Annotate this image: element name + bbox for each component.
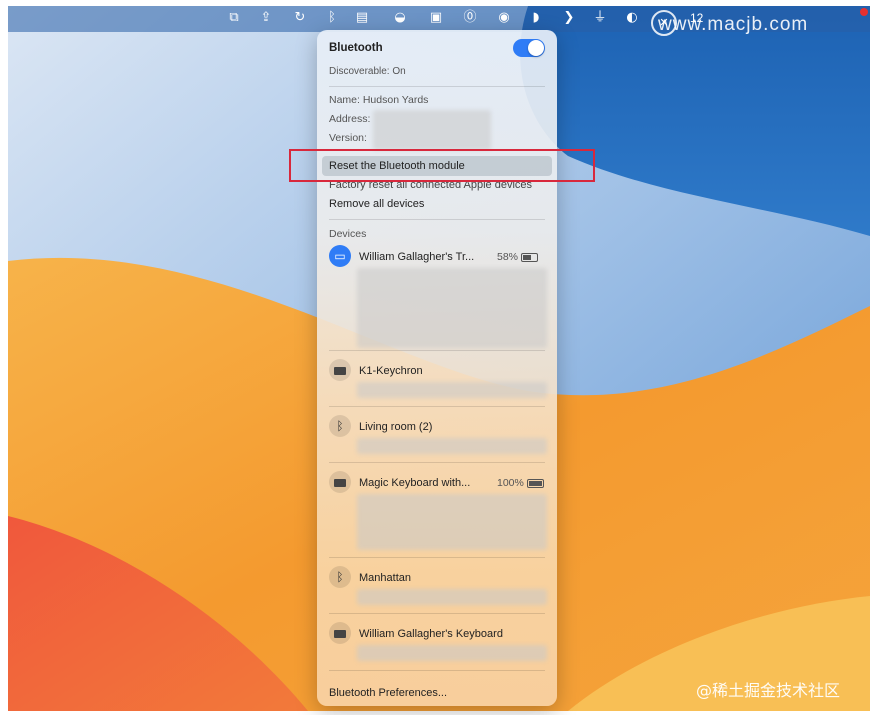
share-icon[interactable]: ⇪: [258, 10, 274, 26]
watermark-community: @稀土掘金技术社区: [696, 681, 841, 700]
toggle-knob: [528, 40, 544, 56]
battery-percent: 100%: [497, 477, 524, 489]
divider: [329, 350, 545, 351]
d-app-icon[interactable]: ◗: [528, 10, 544, 26]
battery-percent: 58%: [497, 251, 519, 263]
device-item-k1-keychron[interactable]: K1-Keychron: [359, 365, 423, 377]
device-item-living-room[interactable]: Living room (2): [359, 421, 432, 433]
device-item-manhattan[interactable]: Manhattan: [359, 572, 411, 584]
redacted-device-details: [357, 268, 547, 348]
device-item-magic-keyboard[interactable]: Magic Keyboard with...: [359, 477, 470, 489]
device-name: Name: Hudson Yards: [329, 94, 429, 106]
divider: [329, 670, 545, 671]
keyboard-icon: [329, 471, 351, 493]
divider: [329, 86, 545, 87]
redacted-device-details: [357, 589, 547, 605]
redacted-info: [373, 110, 491, 150]
divider: [329, 613, 545, 614]
bluetooth-menu: Bluetooth Discoverable: On Name: Hudson …: [317, 30, 557, 706]
divider: [329, 219, 545, 220]
battery-fill: [523, 254, 531, 260]
devices-header: Devices: [329, 228, 367, 240]
redacted-device-details: [357, 382, 547, 398]
battery-fill: [528, 480, 542, 486]
keyboard-icon: [329, 359, 351, 381]
bluetooth-preferences[interactable]: Bluetooth Preferences...: [329, 687, 447, 699]
device-version-label: Version:: [329, 132, 367, 144]
recording-dot-icon: [860, 8, 868, 16]
redacted-device-details: [357, 438, 547, 454]
screenshot-icon[interactable]: ⧉: [226, 10, 242, 26]
trackpad-battery: 58%: [497, 251, 539, 263]
broom-icon[interactable]: ⏚: [592, 10, 608, 26]
toggle-icon[interactable]: ◐: [624, 10, 640, 26]
discoverable-status: Discoverable: On: [329, 66, 406, 77]
device-address-label: Address:: [329, 113, 371, 125]
bluetooth-toggle[interactable]: [513, 39, 545, 57]
highlight-annotation-box: [289, 149, 595, 182]
device-item-william-keyboard[interactable]: William Gallagher's Keyboard: [359, 628, 503, 640]
scroll-icon[interactable]: ◒: [392, 10, 408, 26]
notes-icon[interactable]: ▤: [354, 10, 370, 26]
redacted-device-details: [357, 494, 547, 550]
id-card-icon[interactable]: ▣: [428, 10, 444, 26]
battery-icon: [526, 478, 544, 488]
bluetooth-icon[interactable]: ᛒ: [324, 10, 340, 26]
chevron-icon[interactable]: ❯: [561, 10, 577, 26]
remove-all-devices[interactable]: Remove all devices: [329, 198, 424, 210]
divider: [329, 557, 545, 558]
bluetooth-icon: ᛒ: [329, 415, 351, 437]
watermark-site: www.macjb.com: [658, 14, 809, 35]
keyboard-icon: [329, 622, 351, 644]
divider: [329, 462, 545, 463]
trackpad-icon: ▭: [329, 245, 351, 267]
bluetooth-icon: ᛒ: [329, 566, 351, 588]
sync-icon[interactable]: ↻: [292, 10, 308, 26]
bluetooth-title: Bluetooth: [329, 42, 383, 54]
magic-keyboard-battery: 100%: [497, 477, 544, 489]
redacted-device-details: [357, 645, 547, 661]
device-item-trackpad[interactable]: William Gallagher's Tr...: [359, 251, 474, 263]
divider: [329, 406, 545, 407]
one-password-icon[interactable]: ⓪: [462, 10, 478, 26]
airdrop-icon[interactable]: ◉: [496, 10, 512, 26]
battery-icon: [521, 252, 539, 262]
